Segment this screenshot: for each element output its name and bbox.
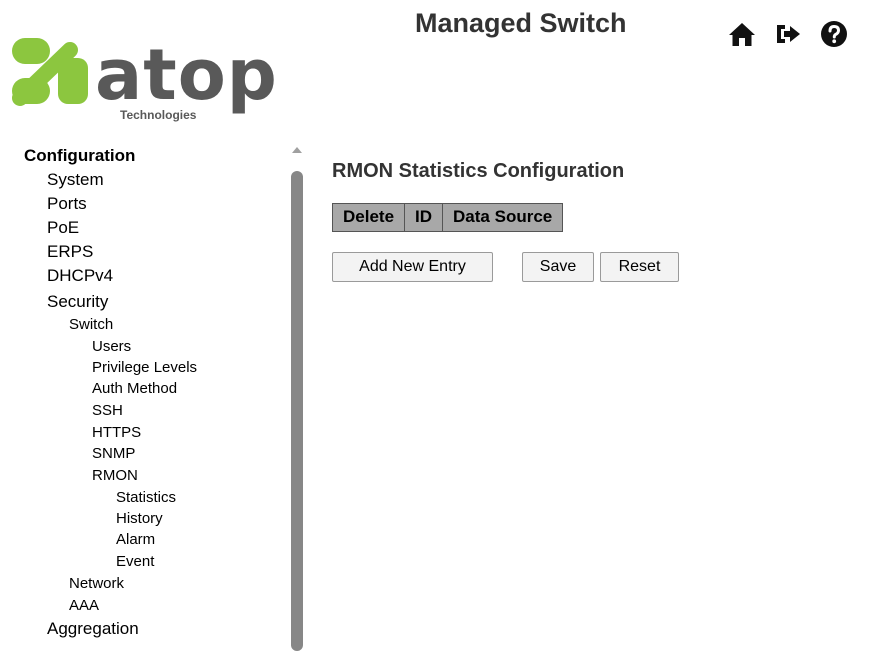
sidebar-item-security[interactable]: Security xyxy=(47,292,108,312)
sidebar-item-alarm[interactable]: Alarm xyxy=(116,531,155,548)
sidebar-item-privilege-levels[interactable]: Privilege Levels xyxy=(92,359,197,376)
logo-subtext: Technologies xyxy=(120,108,197,122)
sidebar-scrollbar[interactable] xyxy=(287,147,307,651)
sidebar-item-ssh[interactable]: SSH xyxy=(92,402,123,419)
sidebar-item-history[interactable]: History xyxy=(116,510,163,527)
sidebar-item-aaa[interactable]: AAA xyxy=(69,597,99,614)
logout-icon[interactable] xyxy=(774,20,802,48)
sidebar-item-snmp[interactable]: SNMP xyxy=(92,445,135,462)
sidebar-nav: Configuration System Ports PoE ERPS DHCP… xyxy=(0,143,290,646)
add-new-entry-button[interactable]: Add New Entry xyxy=(332,252,493,282)
sidebar-item-event[interactable]: Event xyxy=(116,553,154,570)
sidebar-item-aggregation[interactable]: Aggregation xyxy=(47,619,139,639)
sidebar-item-statistics[interactable]: Statistics xyxy=(116,489,176,506)
logo-mark xyxy=(12,38,88,106)
sidebar-item-rmon[interactable]: RMON xyxy=(92,467,138,484)
atop-logo: atop Technologies xyxy=(10,28,285,122)
reset-button[interactable]: Reset xyxy=(600,252,679,282)
logo-text: atop xyxy=(95,34,278,116)
help-icon[interactable] xyxy=(820,20,848,48)
sidebar-item-poe[interactable]: PoE xyxy=(47,218,79,238)
column-header-data-source: Data Source xyxy=(442,203,564,232)
scrollbar-thumb[interactable] xyxy=(291,171,303,651)
page-title: RMON Statistics Configuration xyxy=(332,160,625,182)
scroll-up-arrow-icon[interactable] xyxy=(292,147,302,153)
header-icons xyxy=(728,20,848,48)
save-button[interactable]: Save xyxy=(522,252,594,282)
home-icon[interactable] xyxy=(728,20,756,48)
sidebar-item-https[interactable]: HTTPS xyxy=(92,424,141,441)
sidebar-item-configuration[interactable]: Configuration xyxy=(24,146,135,166)
sidebar-item-auth-method[interactable]: Auth Method xyxy=(92,380,177,397)
sidebar-item-system[interactable]: System xyxy=(47,170,104,190)
sidebar-item-switch[interactable]: Switch xyxy=(69,316,113,333)
table-header-row: Delete ID Data Source xyxy=(331,203,564,232)
app-title: Managed Switch xyxy=(415,8,627,38)
column-header-delete: Delete xyxy=(331,203,406,232)
sidebar-item-users[interactable]: Users xyxy=(92,338,131,355)
rmon-statistics-table: Delete ID Data Source xyxy=(331,203,564,232)
sidebar-item-erps[interactable]: ERPS xyxy=(47,242,93,262)
sidebar-item-dhcpv4[interactable]: DHCPv4 xyxy=(47,266,113,286)
column-header-id: ID xyxy=(404,203,444,232)
sidebar-item-ports[interactable]: Ports xyxy=(47,194,87,214)
sidebar-item-network[interactable]: Network xyxy=(69,575,124,592)
